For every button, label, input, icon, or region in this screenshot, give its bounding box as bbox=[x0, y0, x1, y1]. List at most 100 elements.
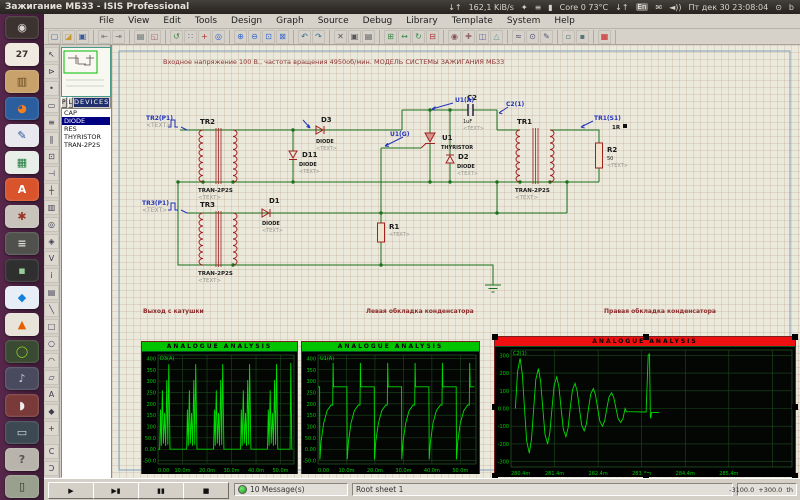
menu-system[interactable]: System bbox=[500, 16, 548, 26]
voltage-probe-d3a[interactable] bbox=[303, 120, 310, 128]
dock-item-scanner-app[interactable]: A bbox=[5, 178, 39, 201]
block-copy-icon[interactable]: ⊞ bbox=[384, 30, 397, 44]
2d-circle-mode-icon[interactable]: ○ bbox=[44, 336, 59, 351]
display-icon[interactable]: ▮ bbox=[548, 3, 552, 12]
component-tr3[interactable] bbox=[199, 211, 237, 267]
selection-mode-icon[interactable]: ↖ bbox=[44, 47, 59, 62]
mail-icon[interactable]: ✉ bbox=[655, 3, 662, 12]
menu-edit[interactable]: Edit bbox=[156, 16, 187, 26]
graph-coil-output[interactable]: ANALOGUE ANALYSIS 4003503002502001501005… bbox=[141, 341, 298, 474]
volume-icon[interactable]: ◄)) bbox=[669, 3, 681, 12]
make-device-icon[interactable]: ✚ bbox=[462, 30, 475, 44]
redo-icon[interactable]: ↷ bbox=[312, 30, 325, 44]
graph-left-plate[interactable]: ANALOGUE ANALYSIS 4003503002502001501005… bbox=[301, 341, 480, 474]
voltage-probe-mode-icon[interactable]: V bbox=[44, 251, 59, 266]
message-indicator[interactable]: 10 Message(s) bbox=[234, 483, 348, 496]
import-section-icon[interactable]: ⇤ bbox=[98, 30, 111, 44]
dock-item-system-settings[interactable]: ✱ bbox=[5, 205, 39, 228]
wire-label-mode-icon[interactable]: ▭ bbox=[44, 98, 59, 113]
zoom-area-icon[interactable]: ⊠ bbox=[276, 30, 289, 44]
stop-button[interactable]: ■ bbox=[183, 482, 229, 499]
new-sheet-icon[interactable]: ▫ bbox=[562, 30, 575, 44]
menu-graph[interactable]: Graph bbox=[269, 16, 311, 26]
selection-handle[interactable] bbox=[792, 334, 798, 340]
ground-symbol[interactable] bbox=[485, 285, 501, 292]
wire-autorouter-icon[interactable]: ≈ bbox=[512, 30, 525, 44]
component-c2[interactable] bbox=[468, 104, 473, 116]
keyboard-layout-badge[interactable]: En bbox=[636, 3, 649, 11]
dock-item-torrent[interactable]: ◯ bbox=[5, 340, 39, 363]
text-script-mode-icon[interactable]: ≡ bbox=[44, 115, 59, 130]
graph-title-bar[interactable]: ANALOGUE ANALYSIS bbox=[142, 342, 297, 352]
component-d2[interactable] bbox=[446, 155, 454, 163]
overview-window[interactable] bbox=[61, 47, 111, 97]
voltage-probe-u1g[interactable] bbox=[385, 137, 403, 146]
component-mode-icon[interactable]: ⊳ bbox=[44, 64, 59, 79]
selection-handle[interactable] bbox=[492, 404, 498, 410]
dock-item-file-cabinet[interactable]: ▥ bbox=[5, 70, 39, 93]
property-assignment-icon[interactable]: ✎ bbox=[540, 30, 553, 44]
device-item-tran-2p2s[interactable]: TRAN-2P2S bbox=[62, 141, 110, 149]
bus-mode-icon[interactable]: ∥ bbox=[44, 132, 59, 147]
pick-devices-button[interactable]: P bbox=[61, 97, 67, 108]
2d-marker-mode-icon[interactable]: + bbox=[44, 421, 59, 436]
dock-item-screenshot-tool[interactable]: ▭ bbox=[5, 421, 39, 444]
component-d11[interactable] bbox=[289, 151, 297, 160]
block-rotate-icon[interactable]: ↻ bbox=[412, 30, 425, 44]
power-icon[interactable]: ⊙ bbox=[775, 3, 782, 12]
zoom-all-icon[interactable]: ⊡ bbox=[262, 30, 275, 44]
menu-tools[interactable]: Tools bbox=[188, 16, 224, 26]
menu-library[interactable]: Library bbox=[399, 16, 444, 26]
dock-item-vlc[interactable]: ▲ bbox=[5, 313, 39, 336]
library-button[interactable]: L bbox=[68, 97, 73, 108]
workspace-icon[interactable]: ✦ bbox=[521, 3, 528, 12]
center-at-cursor-icon[interactable]: ◎ bbox=[212, 30, 225, 44]
dock-item-software-package[interactable]: ? bbox=[5, 448, 39, 471]
dock-item-writer[interactable]: ✎ bbox=[5, 124, 39, 147]
tape-recorder-mode-icon[interactable]: ◎ bbox=[44, 217, 59, 232]
save-design-icon[interactable]: ▣ bbox=[76, 30, 89, 44]
new-design-icon[interactable]: ▢ bbox=[48, 30, 61, 44]
menu-help[interactable]: Help bbox=[547, 16, 582, 26]
play-button[interactable]: ▶ bbox=[48, 482, 94, 499]
terminal-mode-icon[interactable]: ⊣ bbox=[44, 166, 59, 181]
dock-item-trash[interactable]: ▯ bbox=[5, 475, 39, 498]
undo-icon[interactable]: ↶ bbox=[298, 30, 311, 44]
menu-view[interactable]: View bbox=[121, 16, 156, 26]
step-button[interactable]: ▶▮ bbox=[93, 482, 139, 499]
rotate-anticlockwise-mode-icon[interactable]: Ɔ bbox=[44, 461, 59, 476]
redraw-icon[interactable]: ↺ bbox=[170, 30, 183, 44]
generator-mode-icon[interactable]: ◈ bbox=[44, 234, 59, 249]
menu-design[interactable]: Design bbox=[224, 16, 269, 26]
2d-line-mode-icon[interactable]: ╲ bbox=[44, 302, 59, 317]
device-item-diode[interactable]: DIODE bbox=[62, 117, 110, 125]
block-delete-icon[interactable]: ⊟ bbox=[426, 30, 439, 44]
device-pin-mode-icon[interactable]: ┼ bbox=[44, 183, 59, 198]
dock-item-calc[interactable]: ▦ bbox=[5, 151, 39, 174]
current-probe-mode-icon[interactable]: i bbox=[44, 268, 59, 283]
selection-handle[interactable] bbox=[492, 334, 498, 340]
menu-debug[interactable]: Debug bbox=[356, 16, 400, 26]
graph-right-plate-selected[interactable]: ANALOGUE ANALYSIS 3002001000.00-100-200-… bbox=[494, 336, 796, 477]
menu-template[interactable]: Template bbox=[445, 16, 500, 26]
voltage-probe-c21[interactable] bbox=[499, 107, 508, 114]
voltage-probe-tr1s1[interactable] bbox=[581, 121, 593, 128]
2d-box-mode-icon[interactable]: □ bbox=[44, 319, 59, 334]
indicator-menu-icon[interactable]: ≡ bbox=[535, 3, 542, 12]
packaging-tool-icon[interactable]: ◫ bbox=[476, 30, 489, 44]
dock-item-dropbox[interactable]: ◆ bbox=[5, 286, 39, 309]
network-icon-2[interactable]: ↓↑ bbox=[615, 3, 628, 12]
graph-mode-icon[interactable]: ▥ bbox=[44, 200, 59, 215]
component-tr2[interactable] bbox=[199, 128, 237, 184]
block-move-icon[interactable]: ↔ bbox=[398, 30, 411, 44]
zoom-in-icon[interactable]: ⊕ bbox=[234, 30, 247, 44]
selection-handle[interactable] bbox=[792, 404, 798, 410]
toggle-grid-icon[interactable]: ∷ bbox=[184, 30, 197, 44]
dock-item-photo-tool[interactable]: ◗ bbox=[5, 394, 39, 417]
print-icon[interactable]: ▤ bbox=[134, 30, 147, 44]
pause-button[interactable]: ▮▮ bbox=[138, 482, 184, 499]
export-section-icon[interactable]: ⇥ bbox=[112, 30, 125, 44]
device-item-cap[interactable]: CAP bbox=[62, 109, 110, 117]
netlist-to-ares-icon[interactable]: ▦ bbox=[598, 30, 611, 44]
graph-title-bar[interactable]: ANALOGUE ANALYSIS bbox=[302, 342, 479, 352]
